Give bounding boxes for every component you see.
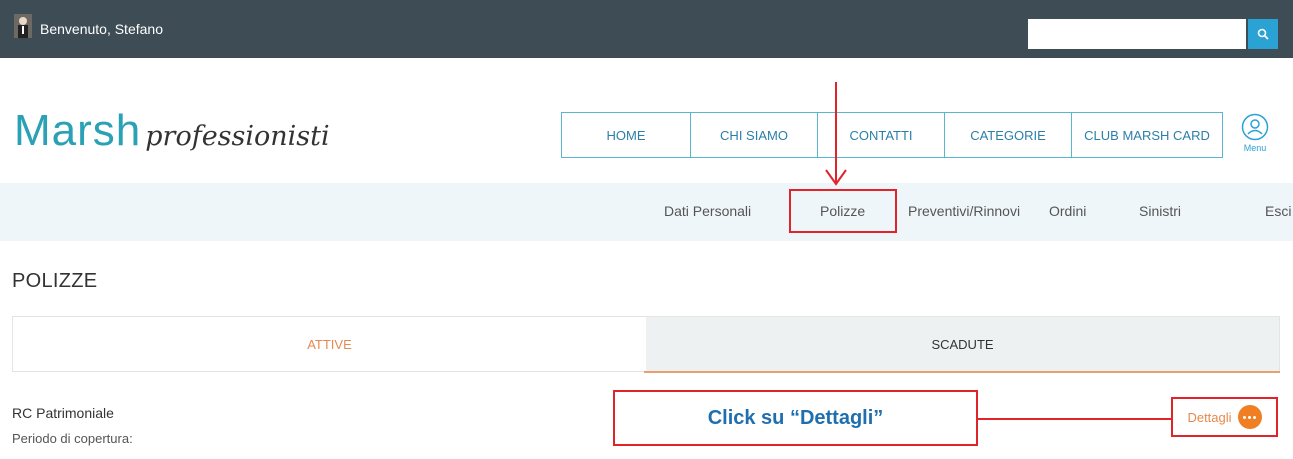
details-label: Dettagli: [1187, 409, 1232, 425]
nav-item-club-marsh-card[interactable]: CLUB MARSH CARD: [1072, 113, 1222, 157]
search-input[interactable]: [1028, 19, 1246, 49]
annotation-callout: Click su “Dettagli”: [613, 390, 978, 446]
tab-attive[interactable]: ATTIVE: [13, 317, 646, 371]
policy-title: RC Patrimoniale: [12, 405, 114, 421]
page-title: POLIZZE: [12, 270, 98, 292]
subnav-item-esci[interactable]: Esci: [1265, 203, 1291, 219]
annotation-callout-text: Click su “Dettagli”: [707, 406, 884, 429]
logo-main-text: Marsh: [14, 106, 142, 155]
account-subnav: Dati Personali Polizze Preventivi/Rinnov…: [0, 183, 1293, 241]
search-icon: [1257, 28, 1269, 40]
main-nav: HOME CHI SIAMO CONTATTI CATEGORIE CLUB M…: [561, 112, 1223, 158]
user-icon: [1241, 113, 1269, 141]
subnav-item-preventivi-rinnovi[interactable]: Preventivi/Rinnovi: [908, 203, 1020, 219]
details-button[interactable]: Dettagli: [1171, 397, 1278, 437]
subnav-item-sinistri[interactable]: Sinistri: [1139, 203, 1181, 219]
subnav-item-ordini[interactable]: Ordini: [1049, 203, 1086, 219]
more-dots-icon: [1237, 405, 1262, 429]
nav-item-categorie[interactable]: CATEGORIE: [945, 113, 1072, 157]
policy-period-label: Periodo di copertura:: [12, 431, 133, 446]
welcome-text: Benvenuto, Stefano: [40, 21, 163, 37]
site-logo[interactable]: Marsh professionisti: [14, 106, 330, 166]
top-bar: Benvenuto, Stefano: [0, 0, 1293, 58]
policy-tabs: ATTIVE SCADUTE: [12, 316, 1280, 372]
nav-item-chi-siamo[interactable]: CHI SIAMO: [691, 113, 818, 157]
search-button[interactable]: [1248, 19, 1278, 49]
tab-scadute[interactable]: SCADUTE: [646, 317, 1279, 371]
logo-sub-text: professionisti: [145, 121, 330, 152]
subnav-item-dati-personali[interactable]: Dati Personali: [664, 203, 751, 219]
menu-label: Menu: [1243, 143, 1267, 153]
annotation-arrow: [825, 82, 847, 186]
menu-button[interactable]: Menu: [1238, 113, 1272, 153]
annotation-highlight-polizze: [789, 189, 897, 233]
annotation-connector-line: [978, 418, 1171, 420]
user-photo-icon: [14, 14, 32, 38]
tab-underline: [644, 371, 1280, 373]
nav-item-home[interactable]: HOME: [562, 113, 691, 157]
